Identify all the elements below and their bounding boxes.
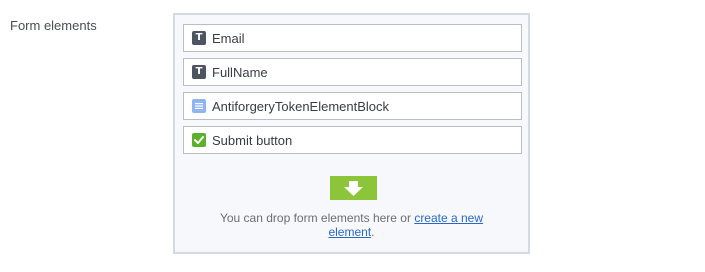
form-element-fullname[interactable]: T FullName [183,58,522,86]
text-icon: T [192,31,206,45]
form-elements-container[interactable]: T Email T FullName AntiforgeryTokenEleme… [173,13,530,254]
form-elements-label: Form elements [10,18,97,33]
checkmark-icon [192,133,206,147]
drop-zone-period: . [371,225,375,239]
drop-zone-text: You can drop form elements here or creat… [175,211,528,239]
form-element-label: AntiforgeryTokenElementBlock [212,98,390,114]
form-element-submit-button[interactable]: Submit button [183,126,522,154]
drop-zone-message: You can drop form elements here or [219,211,415,225]
create-new-element-link[interactable]: create a new [414,211,483,225]
form-element-email[interactable]: T Email [183,24,522,52]
create-new-element-link-continued[interactable]: element [328,225,371,239]
down-arrow-icon [330,176,377,200]
form-element-label: Submit button [212,132,293,148]
text-icon: T [192,65,206,79]
form-elements-list: T Email T FullName AntiforgeryTokenEleme… [183,24,522,160]
document-icon [192,99,206,113]
form-element-antiforgery-token[interactable]: AntiforgeryTokenElementBlock [183,92,522,120]
form-element-label: FullName [212,64,268,80]
form-element-label: Email [212,30,245,46]
